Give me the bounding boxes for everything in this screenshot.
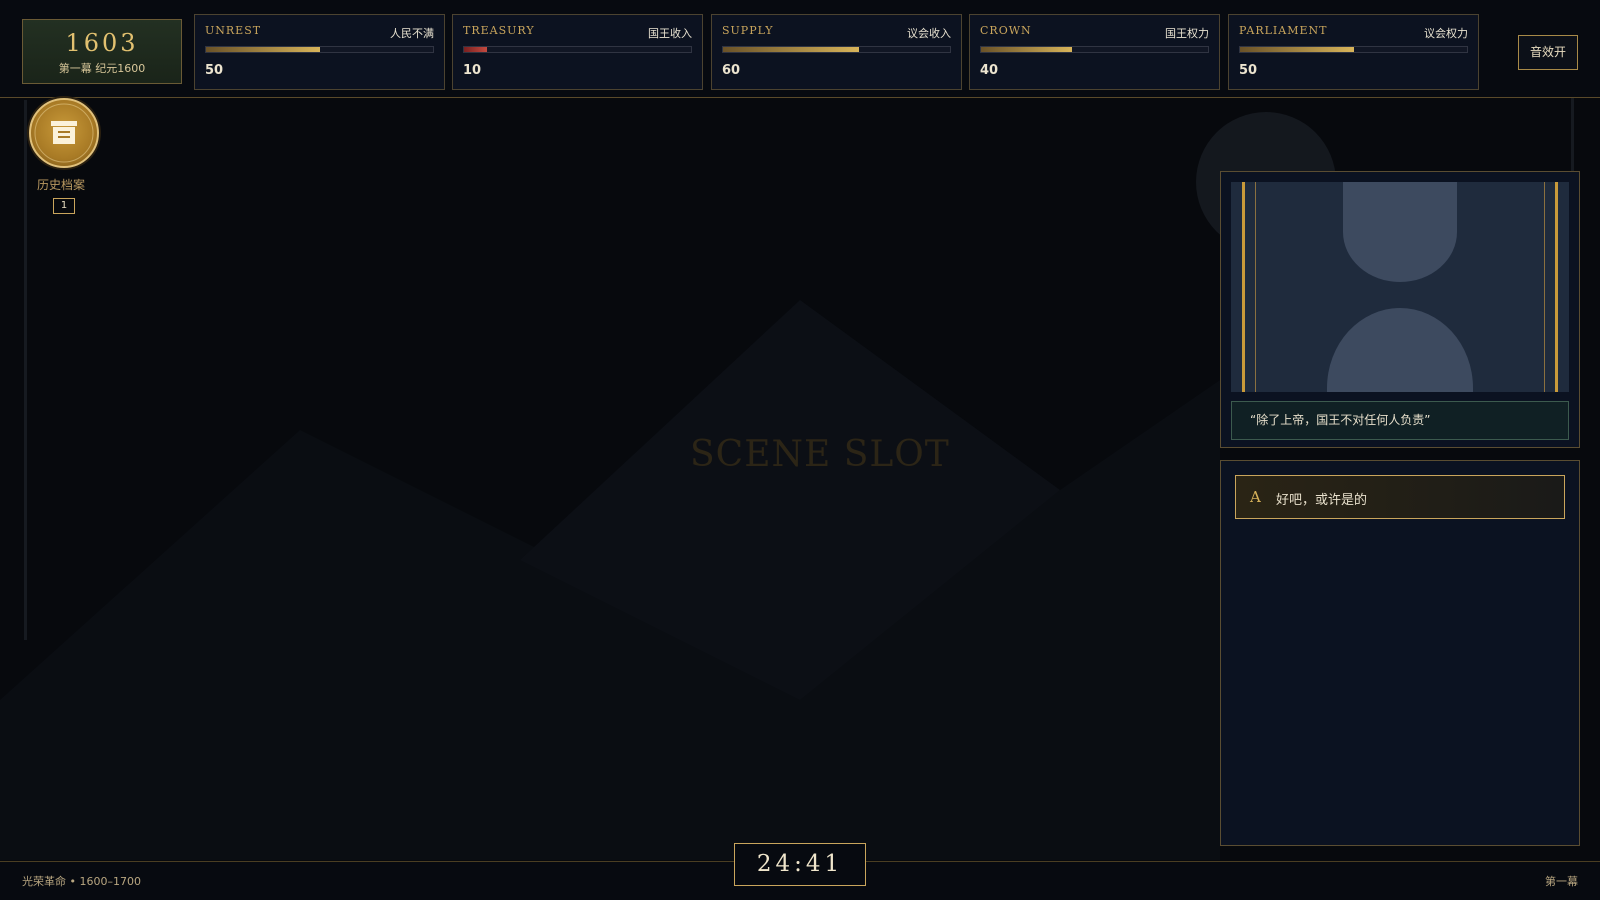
stat-name-cn: 人民不满: [390, 27, 434, 40]
stat-bar: [722, 46, 951, 53]
stat-bar-fill: [981, 47, 1072, 52]
stat-unrest: UNREST 人民不满 50: [194, 14, 445, 90]
stat-value: 50: [205, 63, 224, 78]
character-portrait: [1231, 182, 1569, 392]
stat-bar-fill: [1240, 47, 1354, 52]
stat-crown: CROWN 国王权力 40: [969, 14, 1220, 90]
choice-text: 好吧，或许是的: [1276, 493, 1368, 508]
stat-name-cn: 议会权力: [1424, 27, 1468, 40]
stat-value: 10: [463, 63, 482, 78]
choice-option-a[interactable]: A 好吧，或许是的: [1235, 475, 1565, 519]
stat-name-en: CROWN: [980, 24, 1032, 37]
frame-line-right: [1544, 182, 1545, 392]
stat-name-en: PARLIAMENT: [1239, 24, 1328, 37]
stat-bar: [1239, 46, 1468, 53]
act-label: 第一幕: [1545, 875, 1578, 888]
stat-bar: [463, 46, 692, 53]
stat-name-cn: 国王收入: [648, 27, 692, 40]
stat-treasury: TREASURY 国王收入 10: [452, 14, 703, 90]
portrait-silhouette-head: [1343, 182, 1457, 282]
stat-name-en: UNREST: [205, 24, 262, 37]
stat-name-cn: 国王权力: [1165, 27, 1209, 40]
era-label: 光荣革命 • 1600–1700: [22, 875, 141, 888]
stat-supply: SUPPLY 议会收入 60: [711, 14, 962, 90]
stat-bar-fill: [206, 47, 320, 52]
year-number: 1603: [65, 29, 139, 57]
stat-value: 60: [722, 63, 741, 78]
frame-pillar-left: [1242, 182, 1245, 392]
history-archive-button[interactable]: 历史档案 1: [29, 98, 99, 214]
stat-value: 50: [1239, 63, 1258, 78]
stat-bar: [980, 46, 1209, 53]
top-bar: 1603 第一幕 纪元1600 UNREST 人民不满 50 TREASURY …: [0, 0, 1600, 98]
frame-pillar-right: [1555, 182, 1558, 392]
stat-name-en: SUPPLY: [722, 24, 774, 37]
stat-parliament: PARLIAMENT 议会权力 50: [1228, 14, 1479, 90]
archive-label: 历史档案: [36, 178, 85, 192]
archive-box-icon[interactable]: [29, 98, 99, 168]
stat-name-cn: 议会收入: [907, 27, 951, 40]
character-quote: “除了上帝，国王不对任何人负责”: [1231, 401, 1569, 440]
sound-toggle-button[interactable]: 音效开: [1518, 35, 1578, 70]
act-era-label: 第一幕 纪元1600: [58, 62, 146, 75]
stat-value: 40: [980, 63, 999, 78]
year-display: 1603 第一幕 纪元1600: [22, 19, 182, 84]
stat-name-en: TREASURY: [463, 24, 535, 37]
stat-bar-fill: [723, 47, 860, 52]
countdown-timer: 24:41: [734, 843, 866, 886]
stat-bar-fill: [464, 47, 487, 52]
scene-placeholder: SCENE SLOT: [690, 434, 950, 475]
stat-bar: [205, 46, 434, 53]
character-portrait-panel: “除了上帝，国王不对任何人负责”: [1220, 171, 1580, 448]
choice-letter: A: [1250, 488, 1261, 506]
archive-count-badge: 1: [53, 198, 75, 214]
portrait-silhouette-body: [1327, 308, 1473, 392]
choices-panel: A 好吧，或许是的: [1220, 460, 1580, 846]
frame-line-left: [1255, 182, 1256, 392]
